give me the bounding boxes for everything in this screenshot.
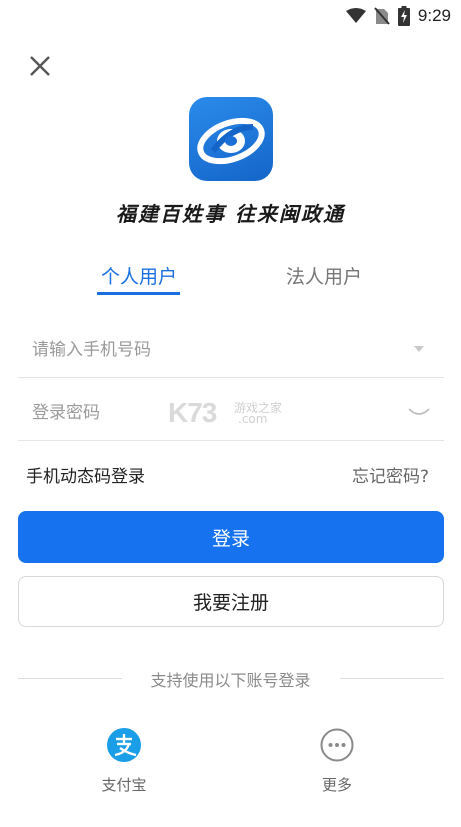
no-sim-icon [374, 7, 390, 25]
more-icon [320, 728, 354, 762]
eye-logo-icon [197, 117, 265, 165]
tab-legal-user[interactable]: 法人用户 [280, 262, 368, 289]
register-button[interactable]: 我要注册 [18, 576, 444, 627]
dropdown-arrow-icon[interactable] [414, 346, 424, 352]
more-label: 更多 [321, 776, 352, 794]
close-icon [30, 56, 50, 76]
eye-closed-icon[interactable] [408, 407, 430, 419]
status-time: 9:29 [417, 6, 451, 25]
battery-charging-icon [397, 6, 410, 26]
wifi-icon [345, 8, 366, 23]
active-tab-indicator [97, 292, 180, 295]
forgot-password-link[interactable]: 忘记密码? [352, 462, 429, 487]
phone-input[interactable] [32, 336, 392, 364]
alipay-icon [107, 728, 141, 762]
more-login-button[interactable]: 更多 [297, 728, 377, 795]
slogan: 福建百姓事 往来闽政通 [116, 202, 345, 226]
sms-login-link[interactable]: 手机动态码登录 [26, 462, 145, 487]
close-button[interactable] [26, 52, 54, 80]
alipay-login-button[interactable]: 支付宝 [84, 728, 164, 795]
app-logo [189, 97, 273, 181]
alipay-label: 支付宝 [101, 776, 147, 794]
divider-right [340, 678, 444, 679]
login-button[interactable]: 登录 [18, 511, 444, 563]
tab-personal-user[interactable]: 个人用户 [97, 262, 181, 289]
user-type-tabs: 个人用户 法人用户 [0, 262, 461, 298]
status-icons: 9:29 [345, 6, 451, 26]
password-input[interactable] [32, 399, 392, 427]
status-bar: 9:29 [0, 0, 461, 34]
third-party-divider-text: 支持使用以下账号登录 [150, 671, 311, 690]
phone-field [18, 322, 444, 378]
password-field [18, 385, 444, 441]
